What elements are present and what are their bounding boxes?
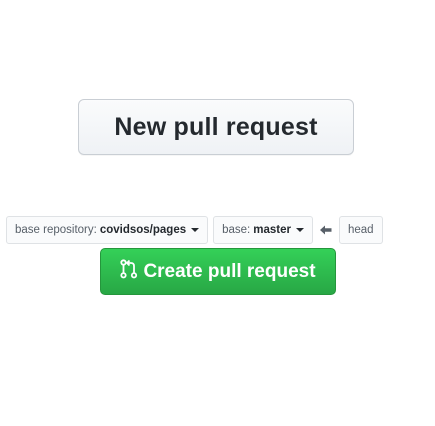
git-pull-request-icon — [120, 258, 143, 285]
head-repository-select[interactable]: head — [338, 216, 383, 244]
chevron-down-icon — [191, 228, 200, 232]
head-repository-label: head — [347, 224, 374, 236]
base-repository-select[interactable]: base repository: covidsos/pages — [6, 216, 209, 244]
new-pull-request-label: New pull request — [114, 112, 318, 141]
base-branch-select[interactable]: base: master — [213, 216, 313, 244]
base-repository-value: covidsos/pages — [99, 224, 187, 236]
chevron-down-icon — [295, 228, 304, 232]
base-repository-label: base repository: — [15, 224, 97, 236]
base-branch-value: master — [253, 224, 291, 236]
create-pull-request-label: Create pull request — [143, 260, 316, 282]
base-branch-label: base: — [222, 224, 251, 236]
compare-range-bar: base repository: covidsos/pages base: ma… — [0, 215, 383, 245]
new-pull-request-button[interactable]: New pull request — [78, 99, 354, 155]
compare-page: New pull request base repository: covids… — [0, 0, 435, 426]
create-pull-request-button[interactable]: Create pull request — [100, 248, 336, 295]
arrow-left-icon — [313, 225, 339, 235]
